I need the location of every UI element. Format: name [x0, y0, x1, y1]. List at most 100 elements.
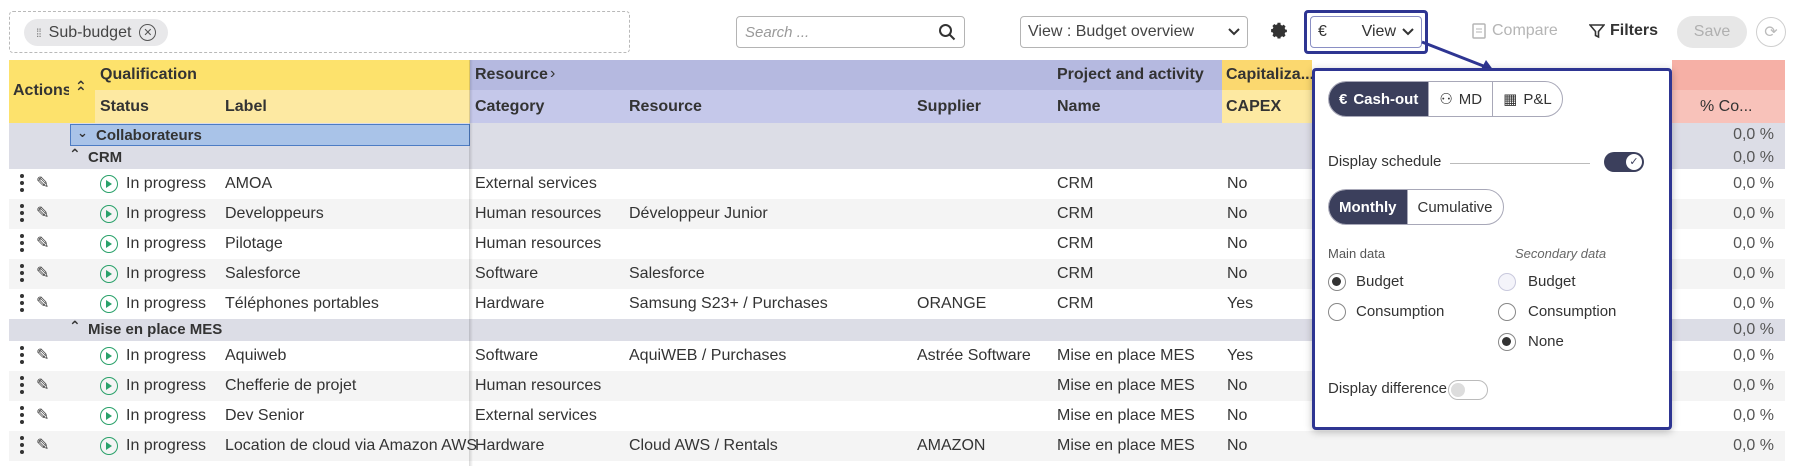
gear-icon[interactable] — [1268, 20, 1290, 42]
secondary-none-radio[interactable] — [1498, 333, 1516, 351]
edit-icon[interactable]: ✎ — [36, 173, 49, 193]
edit-icon[interactable]: ✎ — [36, 405, 49, 425]
save-button[interactable]: Save — [1677, 16, 1747, 48]
label-cell[interactable]: Dev Senior — [225, 407, 304, 425]
chevron-up-icon[interactable]: ⌃ — [69, 318, 81, 335]
md-tab[interactable]: ⚇ MD — [1429, 82, 1494, 116]
search-icon[interactable] — [938, 23, 956, 41]
main-data-title: Main data — [1328, 246, 1386, 261]
label-cell[interactable]: Téléphones portables — [225, 295, 379, 313]
play-circle-icon — [100, 175, 118, 193]
compare-label: Compare — [1492, 22, 1558, 39]
edit-icon[interactable]: ✎ — [36, 293, 49, 313]
label-cell[interactable]: Salesforce — [225, 265, 301, 283]
drag-handle-icon[interactable]: ⁞⁞ — [36, 26, 42, 40]
search-input[interactable]: Search ... — [736, 16, 965, 48]
monthly-tab[interactable]: Monthly — [1329, 190, 1408, 224]
secondary-budget-radio[interactable] — [1498, 273, 1516, 291]
sub-budget-chip[interactable]: ⁞⁞ Sub-budget ✕ — [24, 19, 169, 46]
view-options-popup: €Cash-out ⚇MD ▦P&L Display schedule Mont… — [1312, 68, 1672, 430]
play-circle-icon — [100, 205, 118, 223]
label-cell[interactable]: AMOA — [225, 175, 272, 193]
supplier-header[interactable]: Supplier — [912, 90, 1052, 123]
category-cell: Human resources — [475, 235, 602, 252]
label-cell[interactable]: Location de cloud via Amazon AWS — [225, 437, 477, 455]
edit-icon[interactable]: ✎ — [36, 345, 49, 365]
more-vertical-icon[interactable] — [20, 376, 24, 397]
refresh-icon[interactable]: ⟳ — [1756, 17, 1786, 47]
label-cell[interactable]: Developpeurs — [225, 205, 324, 223]
pct-cell: 0,0 % — [1733, 407, 1774, 424]
resource-col-header[interactable]: Resource — [624, 90, 912, 123]
chevron-right-icon[interactable]: › — [550, 65, 555, 83]
more-vertical-icon[interactable] — [20, 294, 24, 315]
display-difference-toggle[interactable] — [1448, 380, 1488, 400]
resource-cell: Salesforce — [629, 265, 705, 282]
edit-icon[interactable]: ✎ — [36, 203, 49, 223]
status-cell: In progress — [126, 265, 207, 282]
resource-cell: Développeur Junior — [629, 205, 768, 222]
more-vertical-icon[interactable] — [20, 174, 24, 195]
label-cell[interactable]: Pilotage — [225, 235, 283, 253]
edit-icon[interactable]: ✎ — [36, 233, 49, 253]
category-cell: Software — [475, 265, 539, 282]
label-cell[interactable]: Aquiweb — [225, 347, 286, 365]
pct-header[interactable]: % Co... — [1672, 90, 1785, 123]
label-cell[interactable]: Chefferie de projet — [225, 377, 356, 395]
table-row[interactable]: ✎ In progress Location de cloud via Amazon… — [9, 431, 1785, 461]
category-header[interactable]: Category — [470, 90, 624, 123]
edit-icon[interactable]: ✎ — [36, 263, 49, 283]
capex-cell: No — [1227, 377, 1248, 394]
more-vertical-icon[interactable] — [20, 346, 24, 367]
more-vertical-icon[interactable] — [20, 406, 24, 427]
supplier-cell: Astrée Software — [917, 347, 1031, 364]
pct-cell: 0,0 % — [1733, 377, 1774, 394]
capex-header[interactable]: CAPEX — [1222, 90, 1312, 123]
status-header[interactable]: Status — [95, 90, 221, 123]
filter-chip-area[interactable]: ⁞⁞ Sub-budget ✕ — [9, 11, 630, 53]
secondary-consumption-radio[interactable] — [1498, 303, 1516, 321]
compare-button[interactable]: Compare — [1472, 22, 1558, 40]
cumulative-tab[interactable]: Cumulative — [1408, 190, 1503, 224]
main-budget-radio[interactable] — [1328, 273, 1346, 291]
filters-button[interactable]: Filters — [1589, 22, 1658, 40]
name-cell: CRM — [1057, 295, 1094, 312]
capex-cell: Yes — [1227, 347, 1254, 364]
name-cell: CRM — [1057, 265, 1094, 282]
pl-tab[interactable]: ▦ P&L — [1493, 82, 1562, 116]
edit-icon[interactable]: ✎ — [36, 435, 49, 455]
secondary-data-title: Secondary data — [1515, 246, 1607, 261]
chevron-up-icon[interactable]: ⌃ — [69, 146, 81, 163]
status-cell: In progress — [126, 377, 207, 394]
secondary-none-label: None — [1528, 333, 1564, 350]
document-icon — [1472, 23, 1486, 39]
view-button[interactable]: € View — [1310, 16, 1422, 48]
schedule-mode-toggle[interactable]: Monthly Cumulative — [1328, 189, 1504, 225]
label-header[interactable]: Label — [221, 90, 470, 123]
edit-icon[interactable]: ✎ — [36, 375, 49, 395]
resource-header[interactable]: Resource › — [470, 60, 1052, 90]
display-schedule-toggle[interactable] — [1604, 152, 1644, 172]
section-pct: 0,0 % — [1733, 149, 1774, 166]
status-cell: In progress — [126, 235, 207, 252]
view-select[interactable]: View : Budget overview — [1020, 16, 1248, 48]
category-cell: Human resources — [475, 205, 602, 222]
main-consumption-radio[interactable] — [1328, 303, 1346, 321]
pct-header-top — [1672, 60, 1785, 90]
more-vertical-icon[interactable] — [20, 204, 24, 225]
data-mode-toggle[interactable]: € Cash-out ⚇ MD ▦ P&L — [1328, 81, 1563, 117]
name-cell: Mise en place MES — [1057, 377, 1195, 394]
collapse-all-header[interactable]: ⌃ ⌃ — [69, 60, 95, 123]
close-icon[interactable]: ✕ — [139, 24, 157, 41]
group-cell-selected[interactable]: ⌄ Collaborateurs — [70, 124, 470, 146]
chevron-down-icon[interactable]: ⌄ — [77, 125, 88, 141]
resource-cell: AquiWEB / Purchases — [629, 347, 787, 364]
cash-out-tab[interactable]: € Cash-out — [1329, 82, 1430, 116]
capex-cell: No — [1227, 265, 1248, 282]
more-vertical-icon[interactable] — [20, 234, 24, 255]
more-vertical-icon[interactable] — [20, 264, 24, 285]
name-cell: CRM — [1057, 205, 1094, 222]
name-header[interactable]: Name — [1052, 90, 1222, 123]
more-vertical-icon[interactable] — [20, 436, 24, 457]
display-difference-label: Display difference — [1328, 380, 1447, 397]
